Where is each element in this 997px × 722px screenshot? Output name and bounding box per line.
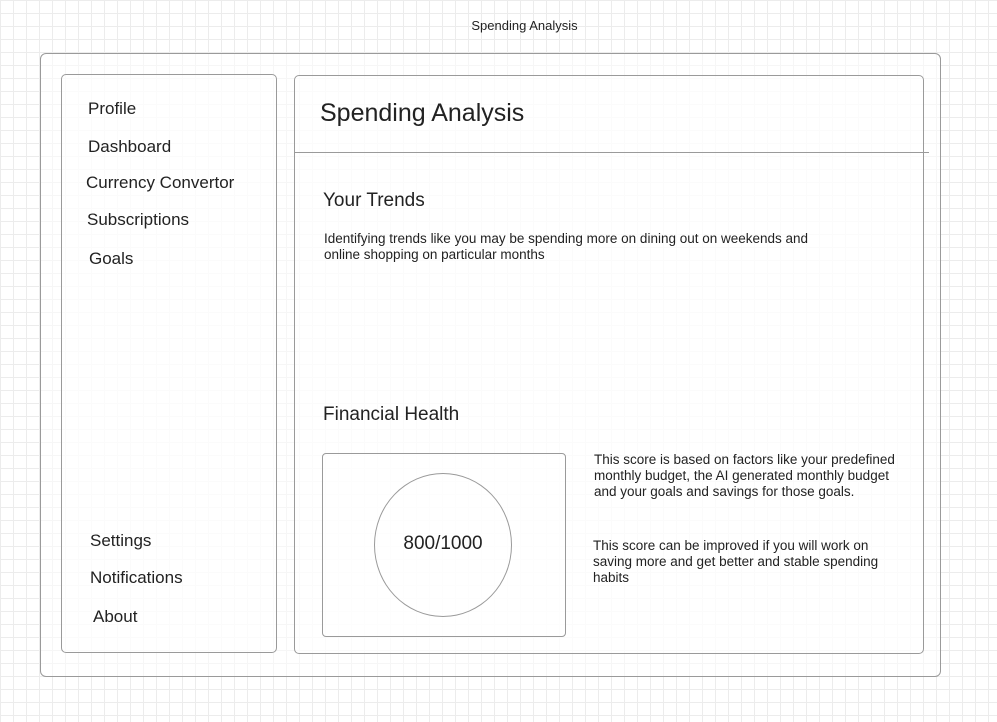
sidebar-item-subscriptions[interactable]: Subscriptions: [87, 210, 189, 230]
score-description: This score is based on factors like your…: [594, 452, 895, 499]
trends-description: Identifying trends like you may be spend…: [324, 231, 809, 262]
header-divider: [294, 152, 929, 153]
sidebar-item-notifications[interactable]: Notifications: [90, 568, 183, 588]
sidebar-item-settings[interactable]: Settings: [90, 531, 151, 551]
sidebar-item-dashboard[interactable]: Dashboard: [88, 137, 171, 157]
score-value: 800/1000: [403, 533, 483, 554]
sidebar-item-profile[interactable]: Profile: [88, 99, 136, 119]
page-title: Spending Analysis: [320, 99, 525, 127]
sidebar: [61, 74, 277, 653]
score-improvement-tip: This score can be improved if you will w…: [593, 538, 879, 585]
financial-health-title: Financial Health: [323, 404, 460, 425]
sidebar-item-goals[interactable]: Goals: [89, 249, 133, 269]
sidebar-item-about[interactable]: About: [93, 607, 137, 627]
sidebar-item-currency-convertor[interactable]: Currency Convertor: [86, 173, 234, 193]
trends-title: Your Trends: [323, 190, 425, 211]
window-title: Spending Analysis: [471, 18, 578, 33]
